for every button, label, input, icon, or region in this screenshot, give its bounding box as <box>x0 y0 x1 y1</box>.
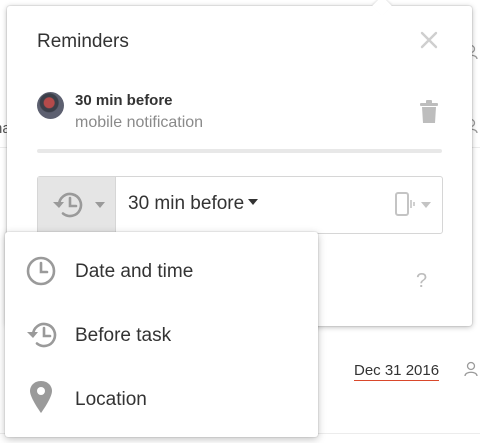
divider <box>37 149 442 153</box>
caret-down-icon <box>248 199 259 205</box>
menu-item-location[interactable]: Location <box>5 365 318 429</box>
reminder-time-value: 30 min before <box>128 193 245 214</box>
clock-history-icon <box>53 192 83 218</box>
clock-icon <box>26 256 56 286</box>
reminder-time-dropdown[interactable]: 30 min before <box>128 193 259 215</box>
avatar <box>37 92 64 119</box>
reminder-type-menu: Date and time Before task Location <box>5 232 318 437</box>
reminder-subtitle: mobile notification <box>75 114 204 131</box>
reminder-editor: 30 min before <box>37 176 443 234</box>
task-due-date[interactable]: Dec 31 2016 <box>354 362 440 381</box>
menu-item-label: Location <box>75 389 147 410</box>
reminder-type-button[interactable] <box>38 177 116 233</box>
close-icon[interactable] <box>417 28 441 52</box>
menu-item-before-task[interactable]: Before task <box>5 301 318 365</box>
popup-title: Reminders <box>37 31 129 52</box>
menu-item-label: Before task <box>75 325 172 346</box>
reminder-title: 30 min before <box>75 92 173 109</box>
person-icon[interactable] <box>464 361 478 377</box>
clock-history-icon <box>27 322 57 348</box>
mobile-device-icon[interactable] <box>394 191 434 217</box>
trash-icon[interactable] <box>420 100 438 124</box>
help-icon[interactable]: ? <box>416 270 427 293</box>
location-pin-icon <box>30 381 52 413</box>
menu-item-date-and-time[interactable]: Date and time <box>5 237 318 301</box>
menu-item-label: Date and time <box>75 261 194 282</box>
popup-caret <box>372 0 392 16</box>
chevron-down-icon <box>95 202 105 208</box>
